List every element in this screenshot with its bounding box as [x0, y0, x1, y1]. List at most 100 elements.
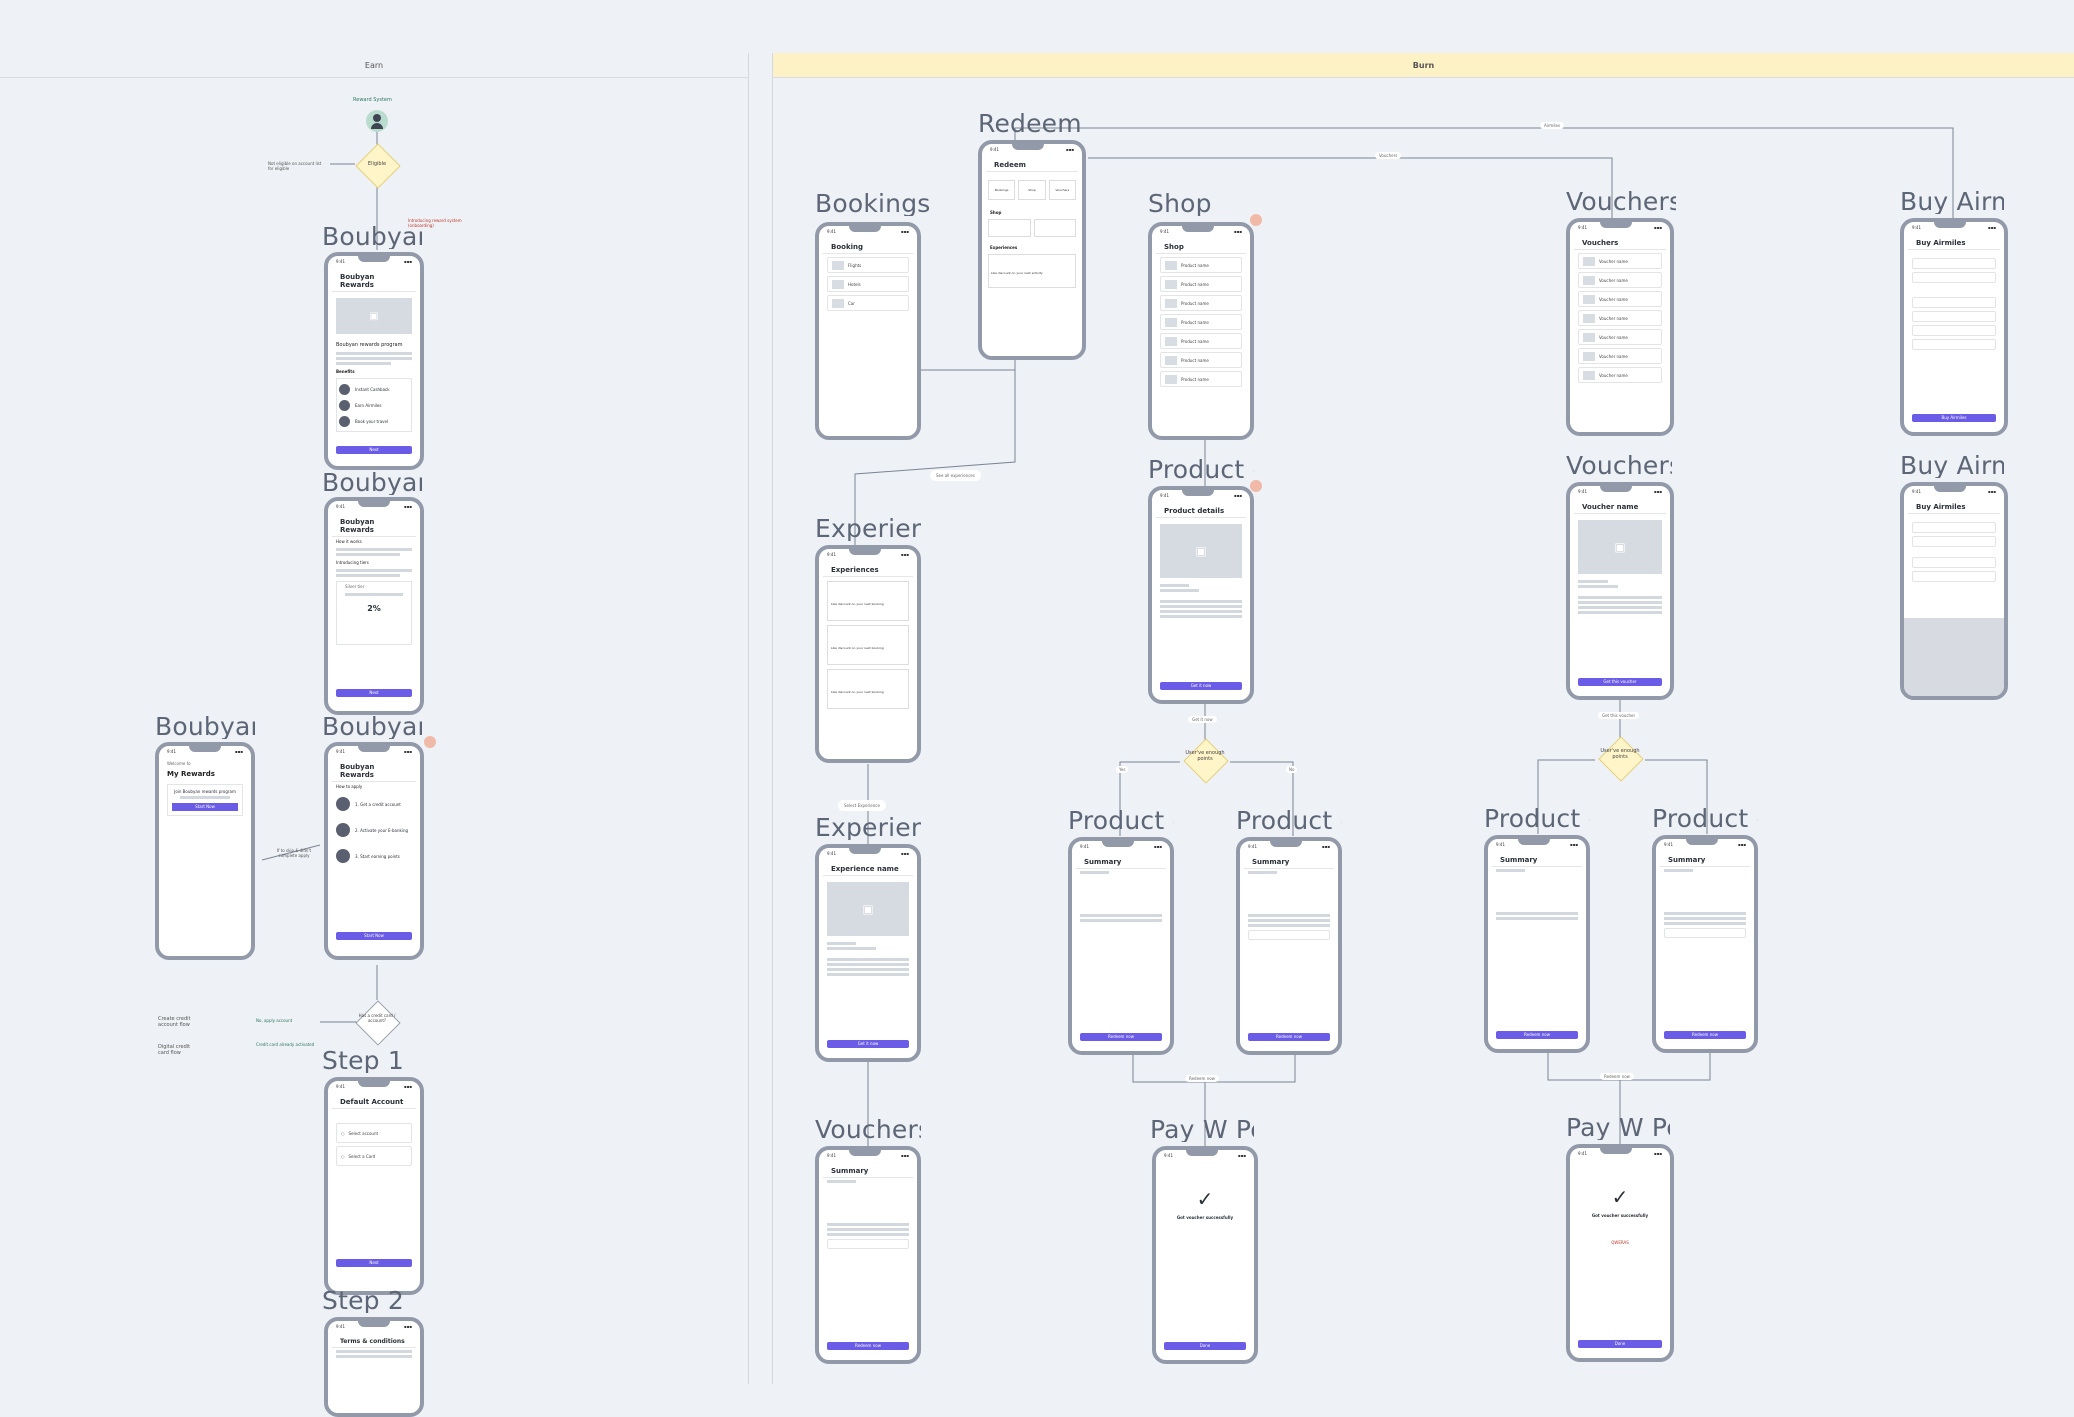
- product-row[interactable]: Product name: [1160, 314, 1242, 330]
- product-label: Product name: [1181, 357, 1209, 363]
- category-card[interactable]: [988, 219, 1031, 237]
- frame-title: Pay W Points: [1150, 1117, 1254, 1142]
- product-row[interactable]: Product name: [1160, 295, 1242, 311]
- get-it-now-button[interactable]: Get it now: [827, 1040, 909, 1048]
- get-voucher-button[interactable]: Get this voucher: [1578, 678, 1662, 686]
- product-row[interactable]: Product name: [1160, 276, 1242, 292]
- screen-header: Summary: [823, 1163, 913, 1178]
- next-button[interactable]: Next: [336, 1259, 412, 1267]
- airmiles-select[interactable]: [1912, 258, 1996, 269]
- redeem-now-button[interactable]: Redeem now: [1664, 1031, 1746, 1039]
- screen-header: Boubyan Rewards: [332, 514, 416, 537]
- voucher-row[interactable]: Voucher name: [1578, 348, 1662, 364]
- card-select[interactable]: [827, 1239, 909, 1249]
- frame-title: Buy Airmiles: [1900, 453, 2004, 478]
- voucher-row[interactable]: Voucher name: [1578, 310, 1662, 326]
- product-row[interactable]: Product name: [1160, 352, 1242, 368]
- tab-shop[interactable]: Shop: [1018, 180, 1046, 200]
- card-select[interactable]: [1664, 928, 1746, 938]
- airmiles-input[interactable]: [1912, 536, 1996, 547]
- voucher-thumb: [1583, 351, 1595, 361]
- airmiles-input[interactable]: [1912, 339, 1996, 350]
- phone-notch: [1600, 1148, 1632, 1154]
- phone-notch: [849, 549, 881, 555]
- voucher-code: QWERAS: [1611, 1240, 1629, 1245]
- text-line: [827, 947, 876, 950]
- phone-notch: [1686, 839, 1718, 845]
- screen-header: Buy Airmiles: [1908, 499, 2000, 514]
- frame-title: Vouchers: [815, 1117, 921, 1142]
- voucher-row[interactable]: Voucher name: [1578, 253, 1662, 269]
- keyboard[interactable]: [1904, 618, 2004, 696]
- create-credit-account-flow[interactable]: Create credit account flow: [158, 1016, 200, 1028]
- category-card[interactable]: [1033, 219, 1076, 237]
- phone-summary: 9:41 ▪▪▪ Summary Redeem now: [1484, 835, 1590, 1053]
- phone-notch: [1182, 490, 1214, 496]
- phone-notch: [358, 1081, 390, 1087]
- product-thumb: [1165, 317, 1177, 327]
- booking-row[interactable]: Flights: [827, 257, 909, 273]
- done-button[interactable]: Done: [1578, 1340, 1662, 1348]
- phone-summary: 9:41 ▪▪▪ Summary Redeem now: [1236, 837, 1342, 1055]
- airmiles-select[interactable]: [1912, 522, 1996, 533]
- connector-label-redeem: Redeem now: [1185, 1075, 1219, 1082]
- product-row[interactable]: Product name: [1160, 333, 1242, 349]
- experience-card[interactable]: Like discount on your next booking: [827, 625, 909, 665]
- tab-vouchers[interactable]: Vouchers: [1048, 180, 1076, 200]
- airmiles-input[interactable]: [1912, 272, 1996, 283]
- text-line: [1080, 914, 1162, 917]
- screen-header: Experience name: [823, 861, 913, 876]
- experience-card[interactable]: Like discount on your next booking: [827, 669, 909, 709]
- digital-credit-card-flow[interactable]: Digital credit card flow: [158, 1044, 200, 1056]
- booking-icon: [832, 279, 844, 289]
- booking-row[interactable]: Car: [827, 295, 909, 311]
- phone-notch: [1934, 222, 1966, 228]
- experience-card[interactable]: Like discount on your next activity: [988, 254, 1076, 288]
- card-option[interactable]: ○ Select a Card: [336, 1146, 412, 1166]
- airmiles-input[interactable]: [1912, 325, 1996, 336]
- voucher-label: Voucher name: [1599, 372, 1628, 378]
- text-line: [345, 593, 403, 596]
- select-experience-label: Select Experience: [838, 800, 886, 811]
- airmiles-input[interactable]: [1912, 571, 1996, 582]
- voucher-row[interactable]: Voucher name: [1578, 329, 1662, 345]
- comment-badge[interactable]: [424, 736, 436, 748]
- airmiles-input[interactable]: [1912, 311, 1996, 322]
- redeem-now-button[interactable]: Redeem now: [1496, 1031, 1578, 1039]
- phone-notch: [1012, 144, 1044, 150]
- redeem-now-button[interactable]: Redeem now: [827, 1342, 909, 1350]
- frame-title: Product details: [1236, 808, 1342, 833]
- actor-label: Reward System: [353, 97, 392, 103]
- done-button[interactable]: Done: [1164, 1342, 1246, 1350]
- card-select[interactable]: [1248, 930, 1330, 940]
- next-button[interactable]: Next: [336, 446, 412, 454]
- connector-label-get-voucher: Get this voucher: [1598, 712, 1640, 719]
- phone-notch: [358, 1321, 390, 1327]
- screen-header: Vouchers: [1574, 235, 1666, 250]
- tier-card[interactable]: Silver tier 2%: [336, 581, 412, 645]
- buy-airmiles-button[interactable]: Buy Airmiles: [1912, 414, 1996, 422]
- voucher-row[interactable]: Voucher name: [1578, 272, 1662, 288]
- start-now-button[interactable]: Start Now: [336, 932, 412, 940]
- experience-card[interactable]: Like discount on your next booking: [827, 581, 909, 621]
- text-line: [1248, 919, 1330, 922]
- product-row[interactable]: Product name: [1160, 257, 1242, 273]
- screen-header: Terms & conditions: [332, 1334, 416, 1348]
- airmiles-input[interactable]: [1912, 297, 1996, 308]
- airmiles-input[interactable]: [1912, 557, 1996, 568]
- voucher-thumb: [1583, 256, 1595, 266]
- welcome-text: Welcome to: [167, 761, 191, 766]
- voucher-row[interactable]: Voucher name: [1578, 291, 1662, 307]
- text-line: [827, 1233, 909, 1236]
- connector-label-vouchers: Vouchers: [1375, 152, 1402, 159]
- redeem-now-button[interactable]: Redeem now: [1248, 1033, 1330, 1041]
- next-button[interactable]: Next: [336, 689, 412, 697]
- product-row[interactable]: Product name: [1160, 371, 1242, 387]
- tab-bookings[interactable]: Bookings: [988, 180, 1016, 200]
- account-option[interactable]: ○ Select account: [336, 1123, 412, 1143]
- start-now-button[interactable]: Start Now: [172, 803, 238, 811]
- voucher-row[interactable]: Voucher name: [1578, 367, 1662, 383]
- booking-row[interactable]: Hotels: [827, 276, 909, 292]
- redeem-now-button[interactable]: Redeem now: [1080, 1033, 1162, 1041]
- get-it-now-button[interactable]: Get it now: [1160, 682, 1242, 690]
